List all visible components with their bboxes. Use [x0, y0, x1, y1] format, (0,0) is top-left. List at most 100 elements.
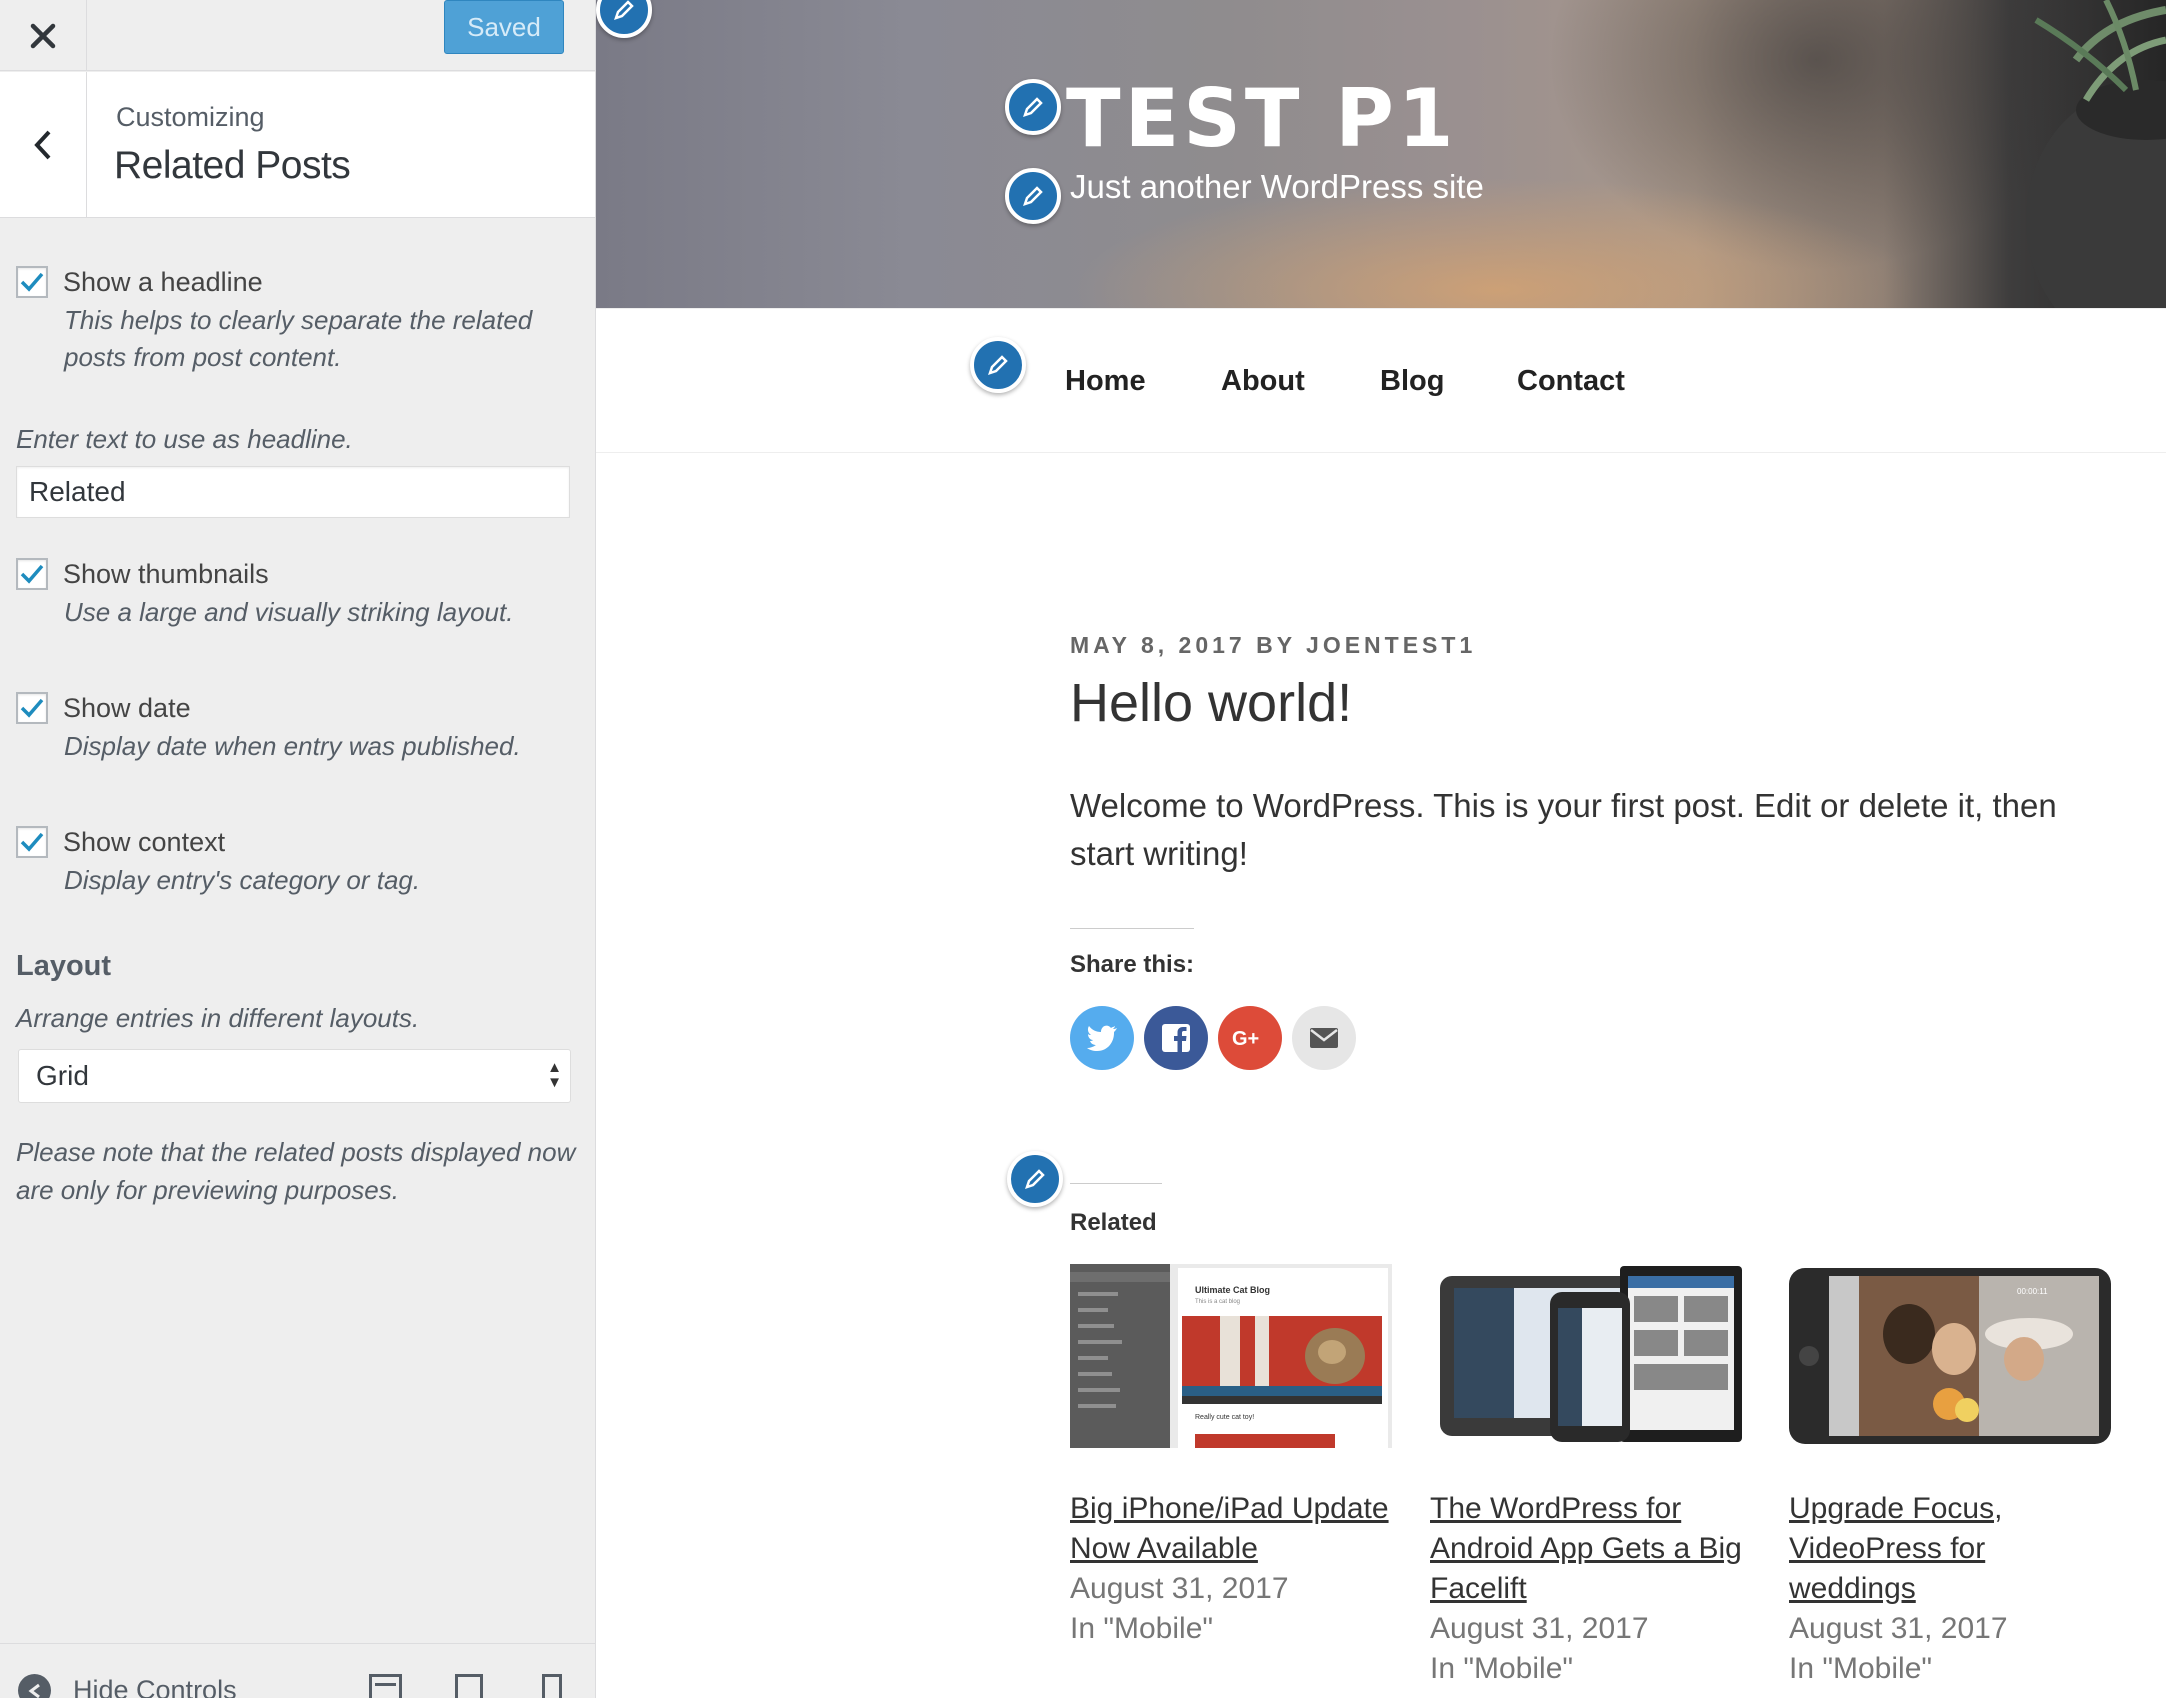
related-thumbnail-1[interactable]: Ultimate Cat Blog This is a cat blog Rea…	[1070, 1264, 1392, 1448]
show-thumbnails-description: Use a large and visually striking layout…	[64, 597, 514, 627]
related-thumbnail-2[interactable]	[1430, 1264, 1752, 1448]
select-arrows-icon: ▲ ▼	[547, 1059, 562, 1091]
related-post-title-1[interactable]: Big iPhone/iPad Update Now Available	[1070, 1489, 1392, 1569]
checkmark-icon	[20, 832, 44, 852]
videopress-phone-image: 00:00:11	[1789, 1268, 2111, 1444]
google-plus-icon: G+	[1232, 1028, 1259, 1050]
video-timer: 00:00:11	[2017, 1287, 2048, 1296]
hide-controls-label: Hide Controls	[73, 1675, 237, 1698]
section-header: Customizing Related Posts	[0, 72, 595, 218]
pencil-icon	[1025, 1169, 1045, 1189]
show-context-checkbox[interactable]	[16, 826, 48, 858]
edit-shortcut-related-posts[interactable]	[1007, 1151, 1063, 1207]
related-post-card: Ultimate Cat Blog This is a cat blog Rea…	[1070, 1264, 1392, 1649]
related-post-context-2[interactable]: In "Mobile"	[1430, 1649, 1752, 1689]
share-divider	[1070, 928, 1194, 929]
checkmark-icon	[20, 564, 44, 584]
show-headline-checkbox[interactable]	[16, 266, 48, 298]
pencil-icon	[614, 0, 634, 20]
nav-item-home[interactable]: Home	[1065, 365, 1146, 398]
share-heading: Share this:	[1070, 951, 1195, 978]
show-date-label: Show date	[63, 692, 191, 723]
related-post-context-3[interactable]: In "Mobile"	[1789, 1649, 2111, 1689]
pencil-icon	[1023, 186, 1043, 206]
pencil-icon	[988, 355, 1008, 375]
layout-select[interactable]: Grid ▲ ▼	[18, 1049, 571, 1103]
facebook-icon	[1162, 1024, 1190, 1053]
show-context-label: Show context	[63, 826, 226, 857]
collapse-icon	[18, 1674, 51, 1698]
show-headline-description: This helps to clearly separate the relat…	[64, 305, 533, 372]
post-content: Welcome to WordPress. This is your first…	[1070, 787, 2057, 872]
share-google-plus-button[interactable]: G+	[1218, 1006, 1282, 1070]
nav-item-about[interactable]: About	[1221, 365, 1305, 398]
back-button[interactable]	[0, 72, 87, 217]
tablet-preview-icon[interactable]	[455, 1674, 483, 1698]
cat-blog-screenshot: Ultimate Cat Blog This is a cat blog Rea…	[1070, 1264, 1392, 1448]
related-post-date-1: August 31, 2017	[1070, 1572, 1289, 1605]
close-icon	[30, 23, 56, 48]
related-post-title-2[interactable]: The WordPress for Android App Gets a Big…	[1430, 1489, 1752, 1609]
main-navigation: Home About Blog Contact	[596, 308, 2166, 453]
headline-prompt: Enter text to use as headline.	[16, 424, 353, 454]
customizer-sidebar: Saved Customizing Related Posts Show a h…	[0, 0, 596, 1698]
show-thumbnails-option[interactable]: Show thumbnails	[16, 558, 269, 590]
headline-text-input[interactable]	[16, 466, 570, 518]
edit-shortcut-tagline[interactable]	[1005, 168, 1061, 224]
related-post-date-3: August 31, 2017	[1789, 1612, 2008, 1645]
share-email-button[interactable]	[1292, 1006, 1356, 1070]
desktop-preview-icon[interactable]	[369, 1674, 402, 1698]
email-icon	[1310, 1028, 1338, 1048]
share-twitter-button[interactable]	[1070, 1006, 1134, 1070]
close-customizer-button[interactable]	[0, 0, 87, 71]
show-date-option[interactable]: Show date	[16, 692, 191, 724]
preview-note: Please note that the related posts displ…	[16, 1137, 576, 1205]
related-heading: Related	[1070, 1209, 1157, 1236]
post-title[interactable]: Hello world!	[1070, 672, 1352, 734]
show-thumbnails-label: Show thumbnails	[63, 558, 269, 589]
layout-description: Arrange entries in different layouts.	[16, 1003, 420, 1033]
checkmark-icon	[20, 698, 44, 718]
thumb-post-caption: Really cute cat toy!	[1195, 1414, 1254, 1421]
related-post-title-3[interactable]: Upgrade Focus, VideoPress for weddings	[1789, 1489, 2111, 1609]
related-divider	[1070, 1183, 1162, 1184]
layout-select-value: Grid	[36, 1060, 89, 1091]
share-facebook-button[interactable]	[1144, 1006, 1208, 1070]
post-meta[interactable]: MAY 8, 2017 BY JOENTEST1	[1070, 632, 1476, 659]
save-button[interactable]: Saved	[444, 0, 564, 54]
show-thumbnails-checkbox[interactable]	[16, 558, 48, 590]
nav-item-contact[interactable]: Contact	[1517, 365, 1625, 398]
android-devices-image	[1440, 1266, 1742, 1442]
related-post-context-1[interactable]: In "Mobile"	[1070, 1609, 1392, 1649]
twitter-icon	[1087, 1025, 1117, 1051]
sidebar-header: Saved	[0, 0, 595, 71]
thumb-blog-name: Ultimate Cat Blog	[1195, 1285, 1270, 1295]
show-date-description: Display date when entry was published.	[64, 731, 521, 761]
plant-decoration	[2026, 0, 2166, 308]
related-post-date-2: August 31, 2017	[1430, 1612, 1649, 1645]
pencil-icon	[1023, 97, 1043, 117]
edit-shortcut-site-title[interactable]	[1005, 79, 1061, 135]
related-post-card: 00:00:11 Upgrade Focus, VideoPress for w…	[1789, 1264, 2111, 1689]
nav-item-blog[interactable]: Blog	[1380, 365, 1444, 398]
sidebar-footer: Hide Controls	[0, 1643, 595, 1698]
edit-shortcut-menu[interactable]	[970, 337, 1026, 393]
header-image: TEST P1 Just another WordPress site	[596, 0, 2166, 308]
checkmark-icon	[20, 272, 44, 292]
svg-text:G+: G+	[1232, 1028, 1259, 1050]
related-thumbnail-3[interactable]: 00:00:11	[1789, 1264, 2111, 1448]
site-tagline: Just another WordPress site	[1070, 168, 1484, 205]
show-date-checkbox[interactable]	[16, 692, 48, 724]
related-post-card: The WordPress for Android App Gets a Big…	[1430, 1264, 1752, 1689]
show-headline-label: Show a headline	[63, 266, 263, 297]
show-context-option[interactable]: Show context	[16, 826, 225, 858]
layout-heading: Layout	[16, 950, 112, 982]
mobile-preview-icon[interactable]	[542, 1674, 562, 1698]
site-title[interactable]: TEST P1	[1066, 72, 1458, 165]
chevron-left-icon	[34, 130, 51, 159]
section-title: Related Posts	[114, 144, 351, 187]
show-headline-option[interactable]: Show a headline	[16, 266, 263, 298]
show-context-description: Display entry's category or tag.	[64, 865, 421, 895]
thumb-blog-tagline: This is a cat blog	[1195, 1299, 1240, 1305]
hide-controls-button[interactable]: Hide Controls	[18, 1674, 237, 1698]
